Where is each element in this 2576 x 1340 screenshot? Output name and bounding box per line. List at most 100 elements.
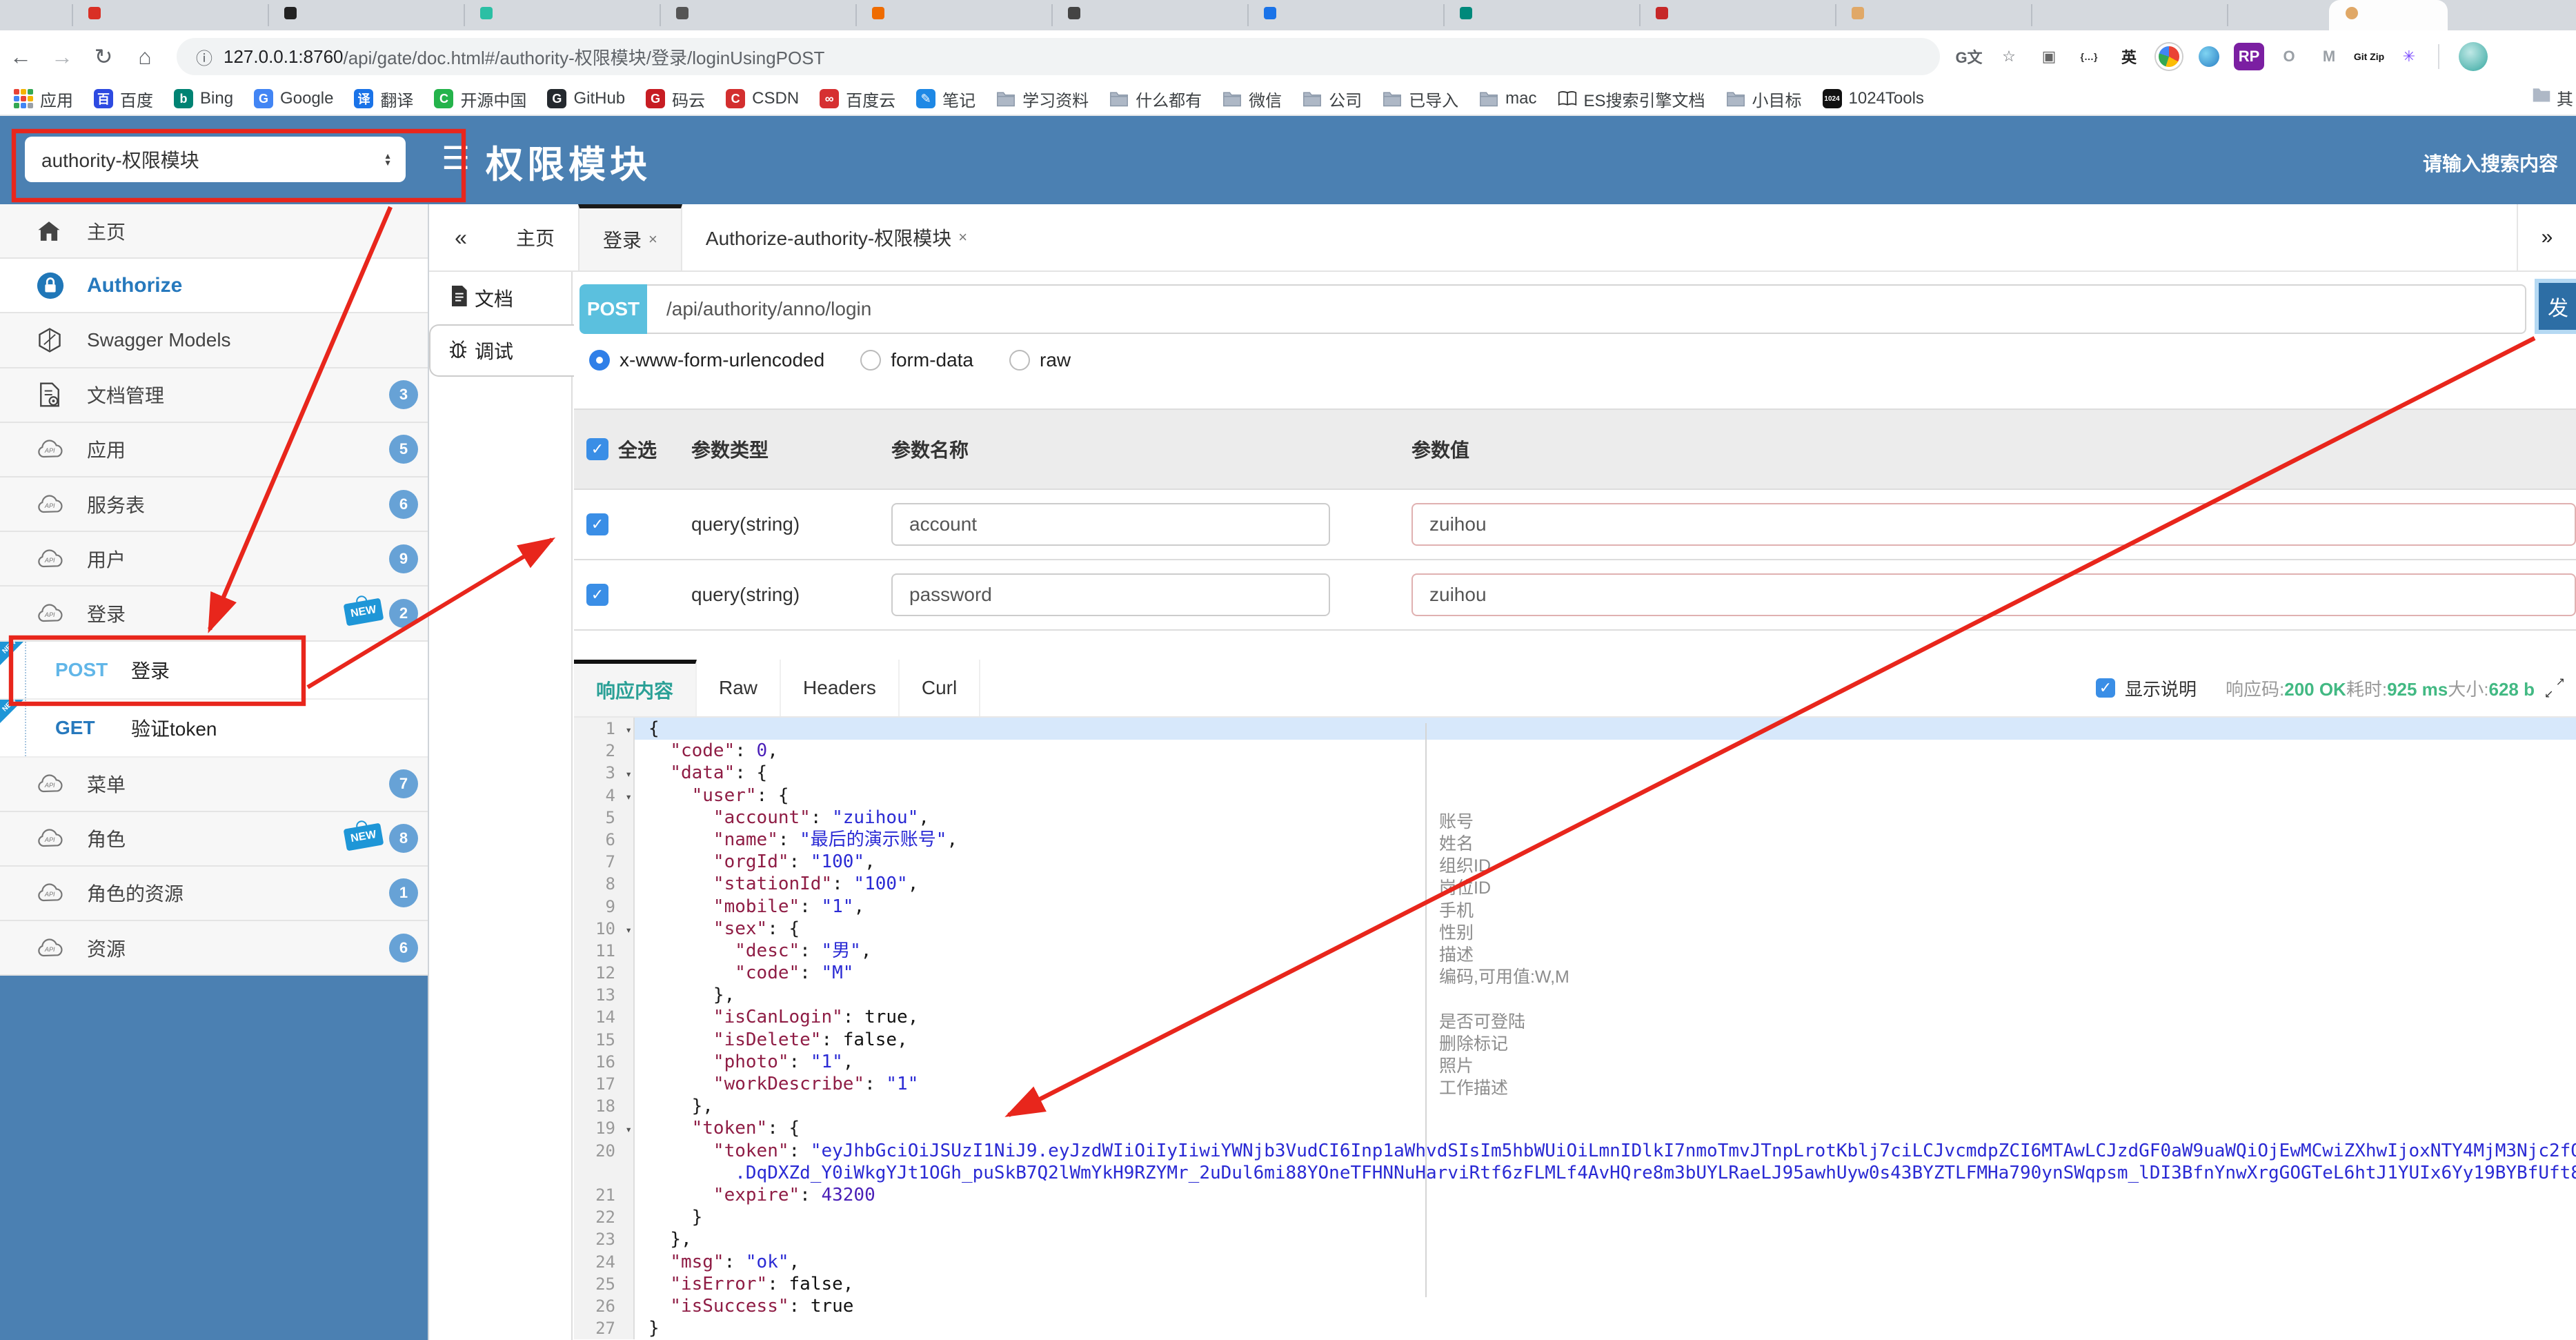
bookmark-Google[interactable]: G Google (254, 89, 333, 108)
radio-x-www-form-urlencoded[interactable]: x-www-form-urlencoded (589, 349, 824, 371)
response-tab-Curl[interactable]: Curl (900, 660, 981, 716)
circle-extension-icon[interactable]: O (2274, 43, 2304, 70)
content-tab-主页[interactable]: 主页 (493, 204, 578, 270)
sidebar-item-role-resource[interactable]: API 角色的资源 1 (0, 866, 428, 922)
bookmark-CSDN[interactable]: C CSDN (726, 89, 799, 108)
param-value-input[interactable]: zuihou (1411, 573, 2576, 616)
home-icon[interactable]: ⌂ (124, 44, 166, 70)
bookmark-微信[interactable]: 微信 (1222, 87, 1282, 111)
content-tab-Authorize-authority-权限模块[interactable]: Authorize-authority-权限模块 × (682, 204, 991, 270)
tab-overflow-icon[interactable]: » (2517, 204, 2576, 270)
sidebar-item-application[interactable]: API 应用 5 (0, 422, 428, 477)
content-tab-登录[interactable]: 登录 × (578, 204, 682, 270)
bookmark-GitHub[interactable]: G GitHub (547, 89, 625, 108)
sidebar-item-service-table[interactable]: API 服务表 6 (0, 477, 428, 533)
bookmark-应用[interactable]: 应用 (14, 87, 73, 111)
sidebar-endpoint-verify-token-get[interactable]: NEW GET 验证token (0, 696, 428, 758)
bookmark-star-icon[interactable]: ☆ (1994, 43, 2024, 70)
gutter-line-number: 2 (574, 740, 635, 762)
fold-arrow-icon[interactable]: ▾ (625, 919, 632, 941)
json-line: 24 "msg": "ok", (574, 1250, 2576, 1273)
param-name-input[interactable]: password (891, 573, 1330, 616)
sidebar-item-home[interactable]: 主页 (0, 204, 428, 259)
show-desc-checkbox[interactable]: ✓ (2095, 678, 2115, 698)
bookmark-开源中国[interactable]: C 开源中国 (434, 87, 526, 111)
bookmark-百度[interactable]: 百百度 (94, 87, 153, 111)
api-count-badge: 2 (389, 598, 418, 628)
tab-separator (1443, 4, 1445, 26)
bookmark-码云[interactable]: G 码云 (646, 87, 705, 111)
bookmark-favicon-icon: G (547, 89, 567, 108)
response-tab-Raw[interactable]: Raw (697, 660, 782, 716)
debug-nav-item-active[interactable]: 调试 (429, 324, 574, 377)
globe-extension-icon[interactable] (2194, 43, 2224, 70)
fold-arrow-icon[interactable]: ▾ (625, 719, 632, 741)
translate-icon[interactable]: G文 (1954, 43, 1984, 70)
bookmark-mac[interactable]: mac (1479, 89, 1537, 108)
qr-extension-icon[interactable]: ▣ (2034, 43, 2064, 70)
page-info-icon[interactable]: ⓘ (196, 45, 212, 69)
sidebar-item-login[interactable]: API 登录 NEW 2 (0, 587, 428, 642)
bookmark-笔记[interactable]: ✎ 笔记 (916, 87, 975, 111)
gutter-line-number: 16 (574, 1050, 635, 1073)
bookmark-什么都有[interactable]: 什么都有 (1109, 87, 1202, 111)
param-checkbox[interactable]: ✓ (586, 584, 608, 606)
param-checkbox[interactable]: ✓ (586, 513, 608, 535)
bookmark-1024Tools[interactable]: 1024 1024Tools (1822, 89, 1924, 108)
send-request-button[interactable]: 发 (2535, 279, 2576, 334)
sidebar-item-resource[interactable]: API 资源 6 (0, 921, 428, 976)
param-name-input[interactable]: account (891, 503, 1330, 546)
hamburger-menu-icon[interactable]: ☰ (442, 139, 470, 177)
sidebar-endpoint-login-post[interactable]: NEW POST 登录 (0, 638, 428, 700)
en-translate-extension-icon[interactable]: 英 (2114, 43, 2144, 70)
gitzip-extension-icon[interactable]: Git Zip (2354, 43, 2384, 70)
sidebar-item-authorize[interactable]: Authorize (0, 259, 428, 314)
profile-avatar[interactable] (2459, 42, 2488, 71)
sidebar-item-role[interactable]: API 角色 NEW 8 (0, 811, 428, 867)
chrome-extension-icon[interactable] (2154, 43, 2184, 70)
forward-icon[interactable]: → (41, 44, 83, 70)
fold-arrow-icon[interactable]: ▾ (625, 786, 632, 808)
field-description: 手机 (1439, 900, 1474, 920)
axure-rp-extension-icon[interactable]: RP (2234, 43, 2264, 70)
sidebar-item-swagger-models[interactable]: Swagger Models (0, 313, 428, 368)
expand-icon[interactable]: ↗ ↙ (2544, 676, 2565, 700)
sidebar-item-user[interactable]: API 用户 9 (0, 532, 428, 587)
bookmark-Bing[interactable]: b Bing (174, 89, 233, 108)
response-tab-Headers[interactable]: Headers (781, 660, 900, 716)
select-all-checkbox[interactable]: ✓ (586, 438, 608, 460)
param-value-input[interactable]: zuihou (1411, 503, 2576, 546)
endpoint-label: 登录 (131, 660, 170, 682)
tab-favicon-icon (872, 7, 884, 19)
close-tab-icon[interactable]: × (958, 228, 967, 246)
response-tab-响应内容[interactable]: 响应内容 (574, 660, 697, 716)
sidebar-item-menu[interactable]: API 菜单 7 (0, 757, 428, 812)
asterisk-extension-icon[interactable]: ✳ (2394, 43, 2424, 70)
radio-raw[interactable]: raw (1009, 349, 1071, 371)
bookmark-翻译[interactable]: 译翻译 (354, 87, 413, 111)
reload-icon[interactable]: ↻ (83, 43, 124, 70)
header-search-input[interactable]: 请输入搜索内容 (2423, 149, 2558, 177)
bookmark-学习资料[interactable]: 学习资料 (996, 87, 1089, 111)
json-line: 25 "isError": false, (574, 1272, 2576, 1295)
close-tab-icon[interactable]: × (648, 230, 657, 248)
bookmark-已导入[interactable]: 已导入 (1383, 87, 1458, 111)
bookmark-百度云[interactable]: ∞ 百度云 (820, 87, 895, 111)
radio-form-data[interactable]: form-data (860, 349, 973, 371)
bookmark-ES搜索引擎文档[interactable]: ES搜索引擎文档 (1558, 87, 1705, 111)
fold-arrow-icon[interactable]: ▾ (625, 1119, 632, 1141)
fold-arrow-icon[interactable]: ▾ (625, 763, 632, 785)
module-select[interactable]: authority-权限模块 ▲ ▼ (25, 137, 406, 182)
collapse-sidebar-icon[interactable]: « (429, 204, 493, 270)
json-braces-extension-icon[interactable]: {…} (2074, 43, 2104, 70)
browser-tab-strip[interactable] (0, 0, 2576, 30)
bookmark-小目标[interactable]: 小目标 (1726, 87, 1802, 111)
endpoint-path-input[interactable]: /api/authority/anno/login (647, 284, 2526, 334)
bookmark-公司[interactable]: 公司 (1302, 87, 1362, 111)
bookmark-overflow[interactable]: 其 (2532, 86, 2573, 110)
doc-nav-item[interactable]: 文档 (429, 279, 571, 317)
back-icon[interactable]: ← (0, 44, 41, 70)
sidebar-item-doc-manage[interactable]: 文档管理 3 (0, 368, 428, 423)
address-bar[interactable]: ⓘ 127.0.0.1:8760/api/gate/doc.html#/auth… (177, 38, 1940, 75)
m-extension-icon[interactable]: M (2314, 43, 2344, 70)
